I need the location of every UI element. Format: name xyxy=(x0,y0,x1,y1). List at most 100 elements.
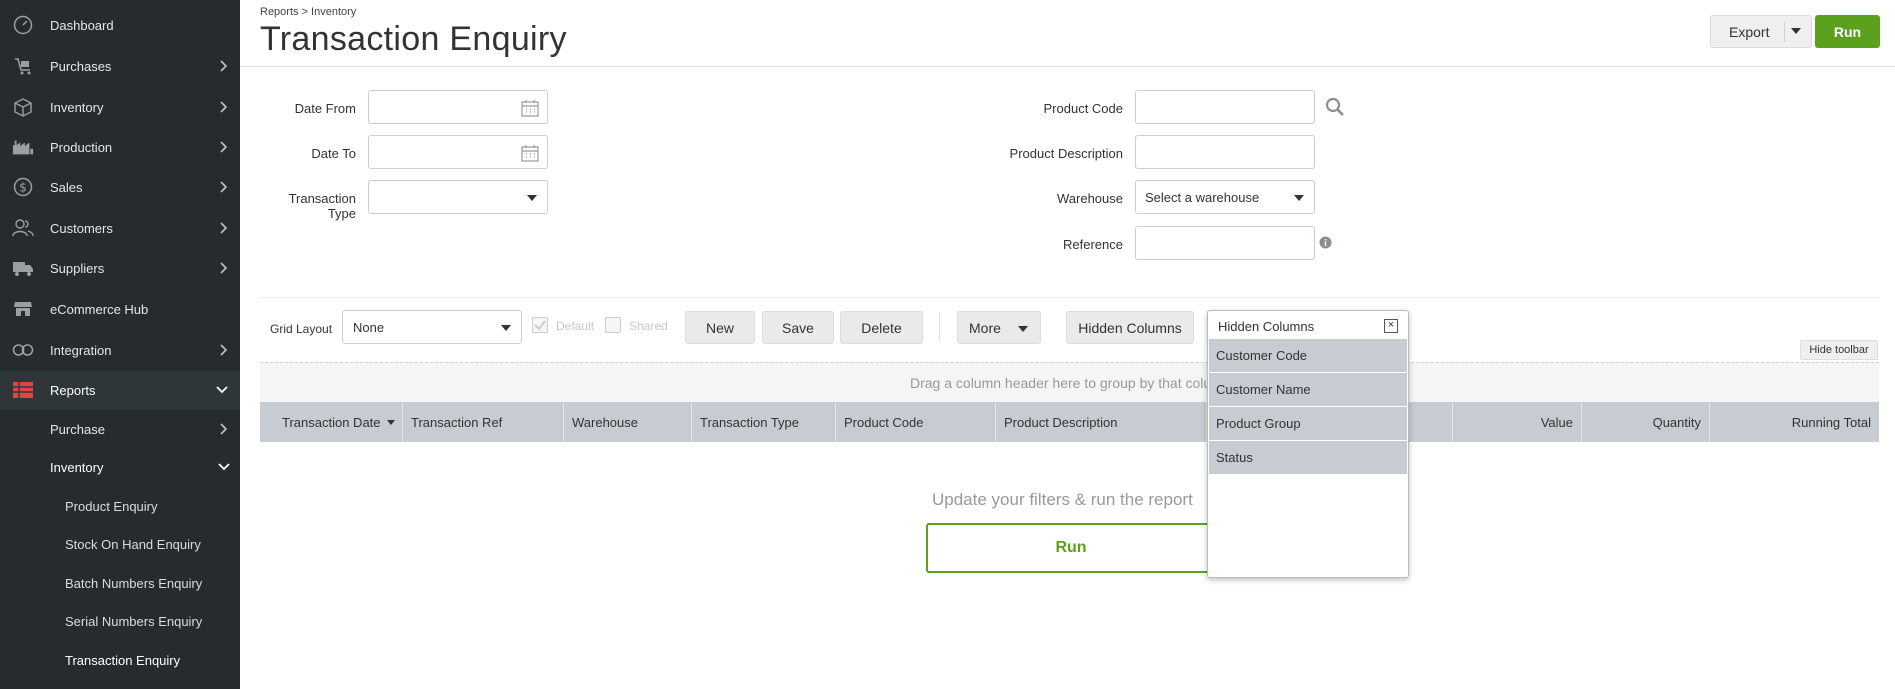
hidden-column-item[interactable]: Customer Code xyxy=(1209,339,1407,372)
transaction-type-select[interactable] xyxy=(368,180,548,214)
link-icon xyxy=(12,339,34,361)
chevron-down-icon xyxy=(218,463,230,471)
sidebar-item-label: eCommerce Hub xyxy=(50,301,149,317)
popup-title: Hidden Columns xyxy=(1218,319,1315,334)
svg-text:$: $ xyxy=(19,181,27,195)
sidebar-item-production[interactable]: Production xyxy=(0,128,240,166)
column-header-label: Product Code xyxy=(844,414,924,430)
group-drop-zone[interactable]: Drag a column header here to group by th… xyxy=(260,362,1879,402)
column-header-transaction-date[interactable]: Transaction Date xyxy=(260,402,403,442)
breadcrumb[interactable]: Reports > Inventory xyxy=(260,6,356,18)
hide-toolbar-button[interactable]: Hide toolbar xyxy=(1800,340,1878,360)
sidebar-subitem-product-enquiry[interactable]: Product Enquiry xyxy=(0,488,240,524)
sidebar-item-label: Transaction Enquiry xyxy=(65,652,181,668)
calendar-icon[interactable] xyxy=(521,99,539,120)
sidebar-item-inventory[interactable]: Inventory xyxy=(0,88,240,126)
truck-icon xyxy=(12,257,34,279)
sidebar-item-customers[interactable]: Customers xyxy=(0,209,240,247)
run-button[interactable]: Run xyxy=(1815,15,1880,48)
factory-icon xyxy=(12,136,34,158)
run-report-button[interactable]: Run xyxy=(926,523,1216,573)
sidebar-item-label: Customers xyxy=(50,220,113,236)
info-icon[interactable] xyxy=(1319,236,1332,252)
reference-label: Reference xyxy=(1063,237,1123,252)
chevron-down-icon xyxy=(1018,326,1028,332)
grid-header-row: Transaction Date Transaction Ref Warehou… xyxy=(260,402,1879,442)
delete-button[interactable]: Delete xyxy=(840,311,923,344)
default-checkbox[interactable] xyxy=(532,317,548,333)
sidebar-item-label: Dashboard xyxy=(50,17,114,33)
search-icon[interactable] xyxy=(1325,97,1345,120)
column-header-product-description[interactable]: Product Description xyxy=(996,402,1207,442)
sidebar-item-dashboard[interactable]: Dashboard xyxy=(0,6,240,44)
column-header-product-code[interactable]: Product Code xyxy=(836,402,996,442)
form-divider xyxy=(260,297,1880,298)
sidebar-item-label: Production xyxy=(50,139,113,155)
chevron-down-icon xyxy=(501,325,511,331)
close-icon[interactable]: × xyxy=(1384,319,1398,333)
chevron-right-icon xyxy=(220,60,228,72)
chevron-right-icon xyxy=(220,262,228,274)
column-header-label: Product Description xyxy=(1004,414,1118,430)
sidebar-item-label: Purchase xyxy=(50,421,105,437)
new-button[interactable]: New xyxy=(685,311,755,344)
sidebar-item-sales[interactable]: $ Sales xyxy=(0,168,240,206)
sidebar-subitem-purchase[interactable]: Purchase xyxy=(0,411,240,447)
dollar-icon: $ xyxy=(12,176,34,198)
chevron-down-icon[interactable] xyxy=(1791,28,1801,34)
grid-layout-select[interactable]: None xyxy=(342,310,522,344)
column-header-warehouse[interactable]: Warehouse xyxy=(564,402,692,442)
empty-state-message: Update your filters & run the report xyxy=(932,490,1193,509)
sidebar-item-suppliers[interactable]: Suppliers xyxy=(0,249,240,287)
sidebar-item-purchases[interactable]: Purchases xyxy=(0,47,240,85)
export-button[interactable]: Export xyxy=(1710,15,1812,48)
date-to-input[interactable] xyxy=(368,135,548,169)
sidebar-subitem-batch-numbers-enquiry[interactable]: Batch Numbers Enquiry xyxy=(0,565,240,601)
sidebar-item-integration[interactable]: Integration xyxy=(0,331,240,369)
save-button[interactable]: Save xyxy=(762,311,834,344)
sidebar-subitem-transaction-enquiry[interactable]: Transaction Enquiry xyxy=(0,642,240,678)
product-description-label: Product Description xyxy=(1009,146,1123,161)
sidebar: Dashboard Purchases Inventory Production… xyxy=(0,0,240,689)
warehouse-select-value: Select a warehouse xyxy=(1145,190,1260,205)
hidden-columns-button[interactable]: Hidden Columns xyxy=(1066,311,1194,344)
date-from-label: Date From xyxy=(294,101,356,116)
cart-icon xyxy=(12,55,34,77)
chevron-down-icon xyxy=(1294,195,1304,201)
column-header-quantity[interactable]: Quantity xyxy=(1582,402,1710,442)
sidebar-subitem-inventory[interactable]: Inventory xyxy=(0,449,240,485)
table-icon xyxy=(12,379,34,401)
sidebar-subitem-stock-on-hand-enquiry[interactable]: Stock On Hand Enquiry xyxy=(0,526,240,562)
sidebar-item-ecommerce-hub[interactable]: eCommerce Hub xyxy=(0,290,240,328)
product-code-label: Product Code xyxy=(1043,101,1124,116)
sidebar-item-label: Product Enquiry xyxy=(65,498,158,514)
hidden-column-item[interactable]: Customer Name xyxy=(1209,373,1407,406)
more-button[interactable]: More xyxy=(957,311,1041,344)
column-header-transaction-ref[interactable]: Transaction Ref xyxy=(403,402,564,442)
more-button-label: More xyxy=(969,319,1001,336)
hidden-column-item[interactable]: Status xyxy=(1209,441,1407,474)
date-from-input[interactable] xyxy=(368,90,548,124)
chevron-right-icon xyxy=(220,141,228,153)
sidebar-item-label: Purchases xyxy=(50,58,112,74)
default-checkbox-label: Default xyxy=(556,319,595,333)
warehouse-select[interactable]: Select a warehouse xyxy=(1135,180,1315,214)
shared-checkbox[interactable] xyxy=(605,317,621,333)
date-to-label: Date To xyxy=(311,146,356,161)
chevron-right-icon xyxy=(220,344,228,356)
chevron-right-icon xyxy=(220,423,228,435)
page-title: Transaction Enquiry xyxy=(260,20,567,58)
column-header-value[interactable]: Value xyxy=(1453,402,1582,442)
chevron-right-icon xyxy=(220,222,228,234)
product-description-input[interactable] xyxy=(1135,135,1315,169)
sidebar-subitem-serial-numbers-enquiry[interactable]: Serial Numbers Enquiry xyxy=(0,603,240,639)
hidden-column-item[interactable]: Product Group xyxy=(1209,407,1407,440)
toolbar-divider xyxy=(939,312,940,342)
reference-input[interactable] xyxy=(1135,226,1315,260)
calendar-icon[interactable] xyxy=(521,144,539,165)
sidebar-item-reports[interactable]: Reports xyxy=(0,371,240,409)
product-code-input[interactable] xyxy=(1135,90,1315,124)
sidebar-item-label: Sales xyxy=(50,179,83,195)
column-header-running-total[interactable]: Running Total xyxy=(1710,402,1879,442)
column-header-transaction-type[interactable]: Transaction Type xyxy=(692,402,836,442)
